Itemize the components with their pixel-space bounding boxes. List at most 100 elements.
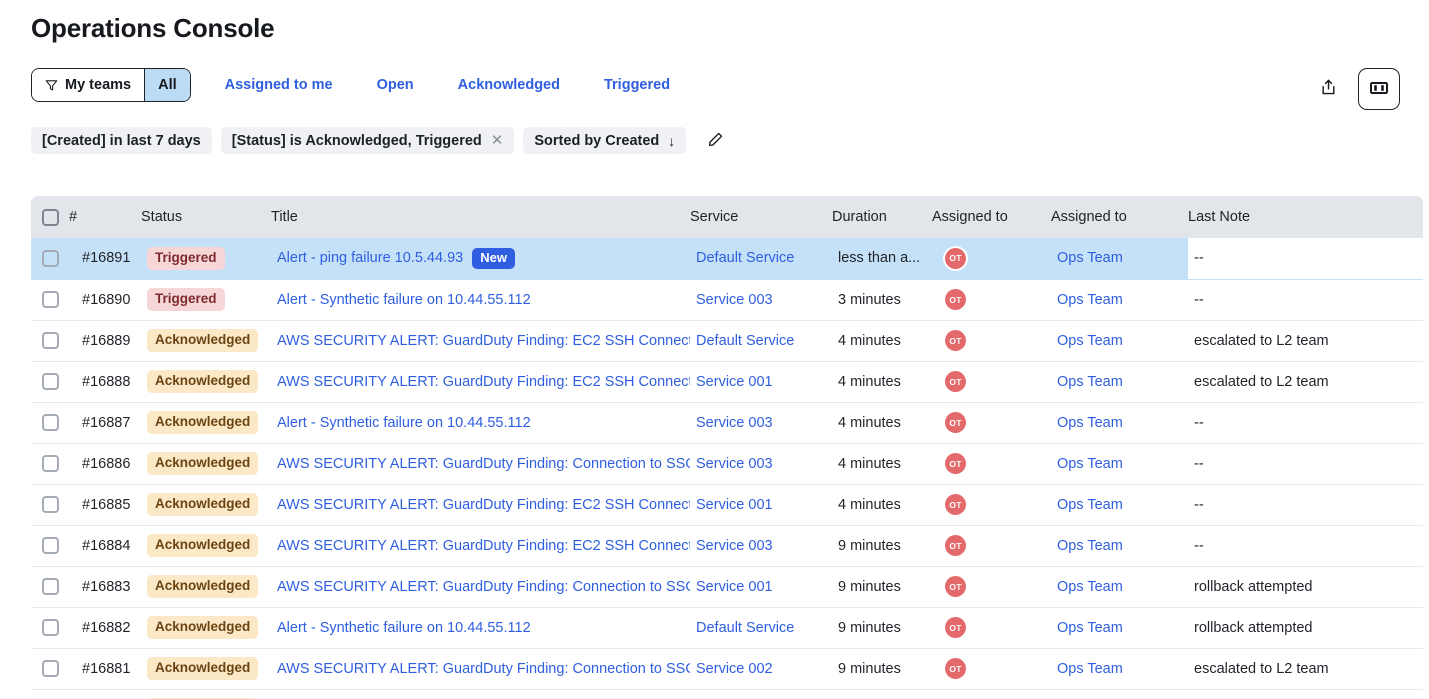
row-checkbox[interactable] — [42, 414, 59, 431]
table-row[interactable]: #16883 Acknowledged AWS SECURITY ALERT: Gu… — [31, 566, 1423, 608]
table-row[interactable]: #16888 Acknowledged AWS SECURITY ALERT: Gu… — [31, 361, 1423, 403]
row-checkbox[interactable] — [42, 249, 59, 267]
incident-title-link[interactable]: Alert - Synthetic failure on 10.44.55.11… — [277, 292, 531, 308]
column-header-title[interactable]: Title — [271, 196, 690, 238]
team-scope-segmented-control[interactable]: My teams All — [31, 68, 191, 102]
column-header-number[interactable]: # — [69, 196, 141, 238]
service-link[interactable]: Service 001 — [690, 374, 773, 390]
incident-title-link[interactable]: AWS SECURITY ALERT: GuardDuty Finding: E… — [277, 333, 690, 349]
table-row[interactable]: #16889 Acknowledged AWS SECURITY ALERT: Gu… — [31, 320, 1423, 362]
filter-chip-status[interactable]: [Status] is Acknowledged, Triggered ✕ — [220, 127, 515, 154]
table-row[interactable]: #16884 Acknowledged AWS SECURITY ALERT: Gu… — [31, 525, 1423, 567]
edit-filters-button[interactable] — [704, 130, 726, 152]
sort-chip-created[interactable]: Sorted by Created ↓ — [523, 127, 687, 154]
incident-title-link[interactable]: AWS SECURITY ALERT: GuardDuty Finding: C… — [277, 661, 690, 677]
row-select-cell[interactable] — [31, 238, 69, 280]
service-link[interactable]: Service 003 — [690, 456, 773, 472]
row-select-cell[interactable] — [31, 689, 69, 699]
row-checkbox[interactable] — [42, 619, 59, 636]
table-row[interactable]: #16891 Triggered Alert - ping failure 10.5… — [31, 238, 1423, 280]
team-link[interactable]: Ops Team — [1051, 661, 1123, 677]
team-link[interactable]: Ops Team — [1051, 333, 1123, 349]
service-link[interactable]: Default Service — [690, 250, 794, 266]
column-header-assigned-to-user[interactable]: Assigned to — [932, 196, 1051, 238]
avatar[interactable]: OT — [945, 371, 966, 392]
table-row[interactable]: #16882 Acknowledged Alert - Synthetic fail… — [31, 607, 1423, 649]
row-select-cell[interactable] — [31, 566, 69, 608]
incident-title-link[interactable]: AWS SECURITY ALERT: GuardDuty Finding: C… — [277, 456, 690, 472]
table-row[interactable]: Acknowledged — [31, 689, 1423, 699]
row-checkbox[interactable] — [42, 373, 59, 390]
row-checkbox[interactable] — [42, 496, 59, 513]
incident-title-link[interactable]: Alert - Synthetic failure on 10.44.55.11… — [277, 620, 531, 636]
row-checkbox[interactable] — [42, 660, 59, 677]
row-select-cell[interactable] — [31, 607, 69, 649]
navlink-acknowledged[interactable]: Acknowledged — [436, 77, 582, 93]
service-link[interactable]: Service 002 — [690, 661, 773, 677]
filter-chip-created[interactable]: [Created] in last 7 days — [31, 127, 212, 154]
table-row[interactable]: #16890 Triggered Alert - Synthetic failure… — [31, 279, 1423, 321]
columns-settings-button[interactable] — [1358, 68, 1400, 110]
incident-title-link[interactable]: AWS SECURITY ALERT: GuardDuty Finding: C… — [277, 579, 690, 595]
avatar[interactable]: OT — [945, 535, 966, 556]
avatar[interactable]: OT — [945, 494, 966, 515]
team-link[interactable]: Ops Team — [1051, 538, 1123, 554]
row-checkbox[interactable] — [42, 455, 59, 472]
avatar[interactable]: OT — [945, 617, 966, 638]
team-link[interactable]: Ops Team — [1051, 579, 1123, 595]
column-header-service[interactable]: Service — [690, 196, 832, 238]
avatar[interactable]: OT — [945, 658, 966, 679]
row-select-cell[interactable] — [31, 443, 69, 485]
row-select-cell[interactable] — [31, 525, 69, 567]
row-select-cell[interactable] — [31, 402, 69, 444]
row-checkbox[interactable] — [42, 332, 59, 349]
team-link[interactable]: Ops Team — [1051, 456, 1123, 472]
row-select-cell[interactable] — [31, 361, 69, 403]
incident-title-link[interactable]: AWS SECURITY ALERT: GuardDuty Finding: E… — [277, 538, 690, 554]
service-link[interactable]: Default Service — [690, 333, 794, 349]
table-row[interactable]: #16881 Acknowledged AWS SECURITY ALERT: Gu… — [31, 648, 1423, 690]
avatar[interactable]: OT — [945, 330, 966, 351]
incident-title-link[interactable]: Alert - ping failure 10.5.44.93 — [277, 250, 463, 266]
avatar[interactable]: OT — [945, 453, 966, 474]
service-link[interactable]: Default Service — [690, 620, 794, 636]
column-header-duration[interactable]: Duration — [832, 196, 932, 238]
row-select-cell[interactable] — [31, 648, 69, 690]
row-select-cell[interactable] — [31, 484, 69, 526]
column-header-assigned-to-team[interactable]: Assigned to — [1051, 196, 1188, 238]
navlink-triggered[interactable]: Triggered — [582, 77, 692, 93]
segment-my-teams[interactable]: My teams — [32, 69, 145, 101]
team-link[interactable]: Ops Team — [1051, 415, 1123, 431]
service-link[interactable]: Service 003 — [690, 292, 773, 308]
table-row[interactable]: #16885 Acknowledged AWS SECURITY ALERT: Gu… — [31, 484, 1423, 526]
table-row[interactable]: #16887 Acknowledged Alert - Synthetic fail… — [31, 402, 1423, 444]
incident-title-link[interactable]: AWS SECURITY ALERT: GuardDuty Finding: E… — [277, 374, 690, 390]
team-link[interactable]: Ops Team — [1051, 292, 1123, 308]
team-link[interactable]: Ops Team — [1051, 497, 1123, 513]
select-all-checkbox[interactable] — [42, 208, 59, 226]
table-row[interactable]: #16886 Acknowledged AWS SECURITY ALERT: Gu… — [31, 443, 1423, 485]
row-select-cell[interactable] — [31, 279, 69, 321]
row-checkbox[interactable] — [42, 537, 59, 554]
service-link[interactable]: Service 003 — [690, 415, 773, 431]
incident-title-link[interactable]: AWS SECURITY ALERT: GuardDuty Finding: E… — [277, 497, 690, 513]
team-link[interactable]: Ops Team — [1051, 620, 1123, 636]
service-link[interactable]: Service 001 — [690, 579, 773, 595]
service-link[interactable]: Service 003 — [690, 538, 773, 554]
segment-all[interactable]: All — [144, 69, 190, 101]
column-header-status[interactable]: Status — [141, 196, 271, 238]
incident-title-link[interactable]: Alert - Synthetic failure on 10.44.55.11… — [277, 415, 531, 431]
share-button[interactable] — [1315, 74, 1341, 104]
navlink-assigned-to-me[interactable]: Assigned to me — [225, 77, 355, 93]
column-header-last-note[interactable]: Last Note — [1188, 196, 1423, 238]
team-link[interactable]: Ops Team — [1051, 250, 1123, 266]
row-select-cell[interactable] — [31, 320, 69, 362]
row-checkbox[interactable] — [42, 578, 59, 595]
avatar[interactable]: OT — [945, 412, 966, 433]
select-all-header[interactable] — [31, 196, 69, 238]
remove-status-filter-icon[interactable]: ✕ — [491, 133, 504, 148]
avatar[interactable]: OT — [945, 289, 966, 310]
incidents-table-container[interactable]: # Status Title Service Duration Assigned… — [31, 196, 1423, 699]
team-link[interactable]: Ops Team — [1051, 374, 1123, 390]
avatar[interactable]: OT — [945, 576, 966, 597]
